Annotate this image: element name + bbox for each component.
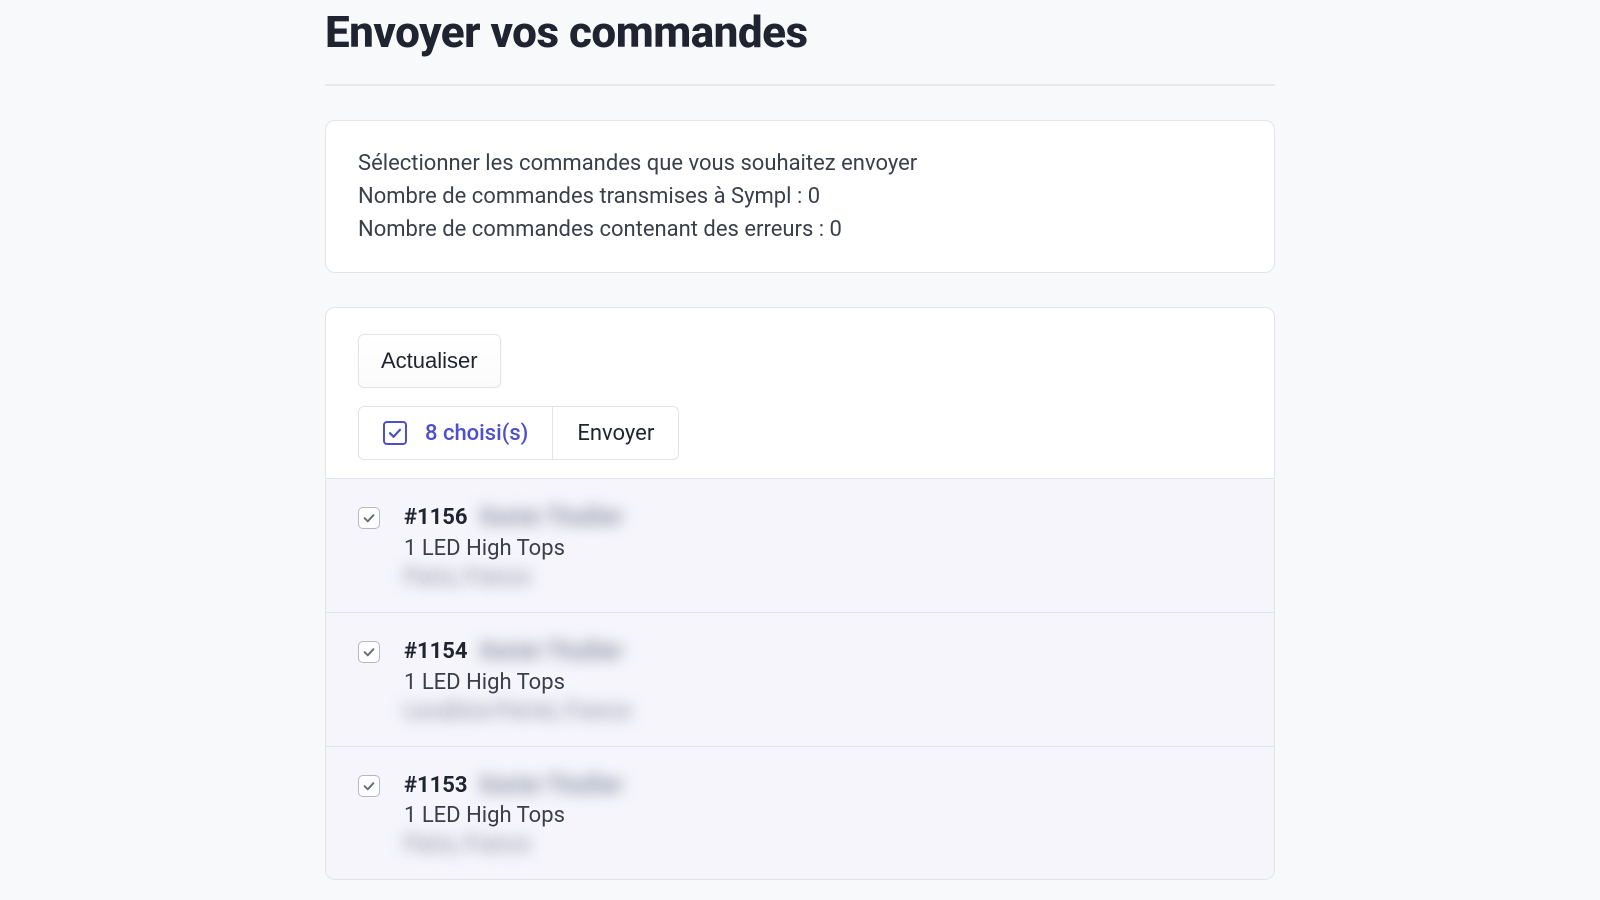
order-checkbox[interactable] — [358, 507, 380, 529]
select-all-checkbox[interactable] — [383, 421, 407, 445]
info-line-select: Sélectionner les commandes que vous souh… — [358, 147, 1242, 180]
orders-toolbar: Actualiser 8 choisi(s) Envoyer — [326, 308, 1274, 478]
check-icon — [362, 645, 376, 659]
send-button[interactable]: Envoyer — [552, 407, 678, 459]
check-icon — [387, 425, 403, 441]
order-body: #1156 Xavier Thuilier 1 LED High Tops Pa… — [404, 503, 623, 590]
check-icon — [362, 779, 376, 793]
order-checkbox[interactable] — [358, 641, 380, 663]
order-body: #1153 Xavier Thuilier 1 LED High Tops Pa… — [404, 771, 623, 858]
order-row[interactable]: #1156 Xavier Thuilier 1 LED High Tops Pa… — [326, 478, 1274, 612]
order-location: Paris, France — [404, 832, 623, 857]
orders-panel: Actualiser 8 choisi(s) Envoyer — [325, 307, 1275, 880]
order-customer: Xavier Thuilier — [480, 771, 623, 802]
orders-list: #1156 Xavier Thuilier 1 LED High Tops Pa… — [326, 478, 1274, 879]
check-icon — [362, 511, 376, 525]
order-id: #1156 — [404, 503, 468, 534]
order-id: #1153 — [404, 771, 468, 802]
selected-count-label: 8 choisi(s) — [425, 421, 528, 446]
page-title: Envoyer vos commandes — [325, 6, 1275, 58]
order-location: Paris, France — [404, 565, 623, 590]
order-row[interactable]: #1154 Xavier Thuilier 1 LED High Tops Le… — [326, 612, 1274, 746]
order-summary: 1 LED High Tops — [404, 670, 631, 695]
order-title: #1154 Xavier Thuilier — [404, 637, 631, 668]
info-panel: Sélectionner les commandes que vous souh… — [325, 120, 1275, 273]
order-location: Levallois-Perret, France — [404, 699, 631, 724]
info-line-errors: Nombre de commandes contenant des erreur… — [358, 213, 1242, 246]
order-title: #1153 Xavier Thuilier — [404, 771, 623, 802]
order-customer: Xavier Thuilier — [480, 637, 623, 668]
selection-bar: 8 choisi(s) Envoyer — [358, 406, 679, 460]
selection-summary: 8 choisi(s) — [359, 407, 552, 459]
order-row[interactable]: #1153 Xavier Thuilier 1 LED High Tops Pa… — [326, 746, 1274, 880]
info-line-transmitted: Nombre de commandes transmises à Sympl :… — [358, 180, 1242, 213]
order-summary: 1 LED High Tops — [404, 803, 623, 828]
order-id: #1154 — [404, 637, 468, 668]
order-customer: Xavier Thuilier — [480, 503, 623, 534]
order-checkbox[interactable] — [358, 775, 380, 797]
order-title: #1156 Xavier Thuilier — [404, 503, 623, 534]
order-summary: 1 LED High Tops — [404, 536, 623, 561]
refresh-button[interactable]: Actualiser — [358, 334, 501, 388]
page-header: Envoyer vos commandes — [325, 0, 1275, 86]
order-body: #1154 Xavier Thuilier 1 LED High Tops Le… — [404, 637, 631, 724]
